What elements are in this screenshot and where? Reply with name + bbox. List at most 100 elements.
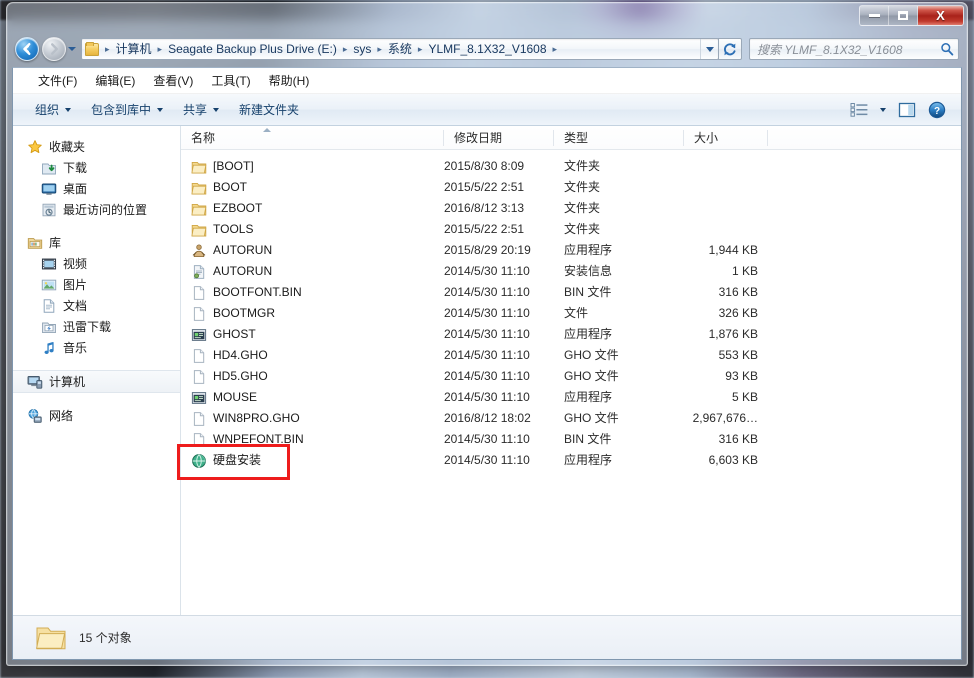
- sidebar-item-music[interactable]: 音乐: [13, 337, 180, 358]
- file-name-cell[interactable]: BOOT: [181, 177, 444, 198]
- file-name-cell[interactable]: AUTORUN: [181, 240, 444, 261]
- sidebar-label: 图片: [63, 276, 87, 293]
- file-name-cell[interactable]: BOOTMGR: [181, 303, 444, 324]
- folder-icon: [191, 159, 207, 175]
- file-name-cell[interactable]: AUTORUN: [181, 261, 444, 282]
- close-button[interactable]: X: [918, 6, 963, 25]
- chevron-down-icon: [213, 108, 219, 112]
- sidebar-item-videos[interactable]: 视频: [13, 253, 180, 274]
- sidebar-item-favorites[interactable]: 收藏夹: [13, 136, 180, 157]
- table-row[interactable]: GHOST2014/5/30 11:10应用程序1,876 KB: [181, 324, 961, 345]
- file-name-cell[interactable]: BOOTFONT.BIN: [181, 282, 444, 303]
- sidebar-item-downloads[interactable]: 下载: [13, 157, 180, 178]
- share-button[interactable]: 共享: [173, 97, 229, 122]
- table-row[interactable]: BOOTFONT.BIN2014/5/30 11:10BIN 文件316 KB: [181, 282, 961, 303]
- include-in-library-button[interactable]: 包含到库中: [81, 97, 173, 122]
- forward-button[interactable]: [42, 37, 66, 61]
- table-row[interactable]: HD4.GHO2014/5/30 11:10GHO 文件553 KB: [181, 345, 961, 366]
- file-name-label: WNPEFONT.BIN: [213, 429, 304, 450]
- table-row[interactable]: HD5.GHO2014/5/30 11:10GHO 文件93 KB: [181, 366, 961, 387]
- minimize-button[interactable]: [860, 6, 889, 25]
- search-input[interactable]: 搜索 YLMF_8.1X32_V1608: [757, 41, 940, 58]
- application-icon: [191, 243, 207, 259]
- computer-icon: [27, 374, 43, 390]
- menu-view[interactable]: 查看(V): [144, 69, 202, 92]
- address-history-dropdown[interactable]: [700, 39, 718, 59]
- share-label: 共享: [183, 101, 207, 118]
- sidebar-item-libraries[interactable]: 库: [13, 232, 180, 253]
- breadcrumb-item-computer[interactable]: 计算机: [114, 39, 154, 59]
- table-row[interactable]: AUTORUN2015/8/29 20:19应用程序1,944 KB: [181, 240, 961, 261]
- file-name-cell[interactable]: GHOST: [181, 324, 444, 345]
- sidebar-label: 桌面: [63, 180, 87, 197]
- preview-pane-button[interactable]: [893, 98, 921, 122]
- refresh-button[interactable]: [718, 38, 742, 60]
- file-name-cell[interactable]: 硬盘安装: [181, 450, 444, 471]
- sidebar-item-computer[interactable]: 计算机: [13, 370, 180, 393]
- file-name-cell[interactable]: [BOOT]: [181, 156, 444, 177]
- address-bar[interactable]: ▸ 计算机 ▸ Seagate Backup Plus Drive (E:) ▸…: [81, 38, 719, 60]
- table-row[interactable]: AUTORUN2014/5/30 11:10安装信息1 KB: [181, 261, 961, 282]
- svg-text:?: ?: [934, 106, 940, 117]
- menu-edit[interactable]: 编辑(E): [86, 69, 144, 92]
- sidebar-item-recent-places[interactable]: 最近访问的位置: [13, 199, 180, 220]
- breadcrumb-item-current[interactable]: YLMF_8.1X32_V1608: [426, 39, 548, 59]
- column-header-size[interactable]: 大小: [684, 126, 768, 150]
- file-size-cell: [684, 156, 768, 177]
- change-view-dropdown[interactable]: [875, 98, 891, 122]
- file-name-label: TOOLS: [213, 219, 253, 240]
- file-name-cell[interactable]: WIN8PRO.GHO: [181, 408, 444, 429]
- sidebar-item-thunder-download[interactable]: 迅雷下载: [13, 316, 180, 337]
- sidebar-item-desktop[interactable]: 桌面: [13, 178, 180, 199]
- file-name-label: WIN8PRO.GHO: [213, 408, 300, 429]
- sidebar-item-network[interactable]: 网络: [13, 405, 180, 426]
- menu-tools[interactable]: 工具(T): [202, 69, 259, 92]
- menu-help[interactable]: 帮助(H): [260, 69, 319, 92]
- new-folder-button[interactable]: 新建文件夹: [229, 97, 309, 122]
- file-name-cell[interactable]: WNPEFONT.BIN: [181, 429, 444, 450]
- file-name-label: HD5.GHO: [213, 366, 268, 387]
- file-size-cell: 316 KB: [684, 429, 768, 450]
- table-row[interactable]: TOOLS2015/5/22 2:51文件夹: [181, 219, 961, 240]
- globe-application-icon: [191, 453, 207, 469]
- music-icon: [41, 340, 57, 356]
- breadcrumb-item-system[interactable]: 系统: [386, 39, 414, 59]
- file-name-cell[interactable]: MOUSE: [181, 387, 444, 408]
- column-header-row: 名称 修改日期 类型 大小: [181, 126, 961, 150]
- file-name-cell[interactable]: EZBOOT: [181, 198, 444, 219]
- change-view-button[interactable]: [845, 98, 873, 122]
- column-header-date[interactable]: 修改日期: [444, 126, 554, 150]
- chevron-down-icon: [68, 47, 76, 51]
- table-row[interactable]: EZBOOT2016/8/12 3:13文件夹: [181, 198, 961, 219]
- file-date-cell: 2015/5/22 2:51: [444, 219, 554, 240]
- sidebar-item-pictures[interactable]: 图片: [13, 274, 180, 295]
- client-area: 文件(F) 编辑(E) 查看(V) 工具(T) 帮助(H) 组织 包含到库中 共…: [12, 67, 962, 660]
- table-row[interactable]: WIN8PRO.GHO2016/8/12 18:02GHO 文件2,967,67…: [181, 408, 961, 429]
- recent-locations-dropdown[interactable]: [66, 37, 78, 61]
- back-arrow-icon: [20, 42, 34, 56]
- breadcrumb-item-drive[interactable]: Seagate Backup Plus Drive (E:): [166, 39, 339, 59]
- file-size-cell: 1,944 KB: [684, 240, 768, 261]
- file-name-cell[interactable]: HD5.GHO: [181, 366, 444, 387]
- maximize-button[interactable]: [889, 6, 918, 25]
- back-button[interactable]: [15, 37, 39, 61]
- breadcrumb-separator: ▸: [549, 39, 562, 59]
- organize-button[interactable]: 组织: [25, 97, 81, 122]
- breadcrumb-item-sys[interactable]: sys: [351, 39, 373, 59]
- table-row[interactable]: WNPEFONT.BIN2014/5/30 11:10BIN 文件316 KB: [181, 429, 961, 450]
- menu-file[interactable]: 文件(F): [29, 69, 86, 92]
- table-row[interactable]: BOOTMGR2014/5/30 11:10文件326 KB: [181, 303, 961, 324]
- file-name-cell[interactable]: HD4.GHO: [181, 345, 444, 366]
- file-date-cell: 2014/5/30 11:10: [444, 450, 554, 471]
- sidebar-item-documents[interactable]: 文档: [13, 295, 180, 316]
- help-button[interactable]: ?: [923, 98, 951, 122]
- table-row[interactable]: [BOOT]2015/8/30 8:09文件夹: [181, 156, 961, 177]
- table-row[interactable]: MOUSE2014/5/30 11:10应用程序5 KB: [181, 387, 961, 408]
- table-row[interactable]: 硬盘安装2014/5/30 11:10应用程序6,603 KB: [181, 450, 961, 471]
- column-header-name[interactable]: 名称: [181, 126, 444, 150]
- column-header-type[interactable]: 类型: [554, 126, 684, 150]
- menu-bar: 文件(F) 编辑(E) 查看(V) 工具(T) 帮助(H): [13, 68, 961, 94]
- search-box[interactable]: 搜索 YLMF_8.1X32_V1608: [749, 38, 959, 60]
- table-row[interactable]: BOOT2015/5/22 2:51文件夹: [181, 177, 961, 198]
- file-name-cell[interactable]: TOOLS: [181, 219, 444, 240]
